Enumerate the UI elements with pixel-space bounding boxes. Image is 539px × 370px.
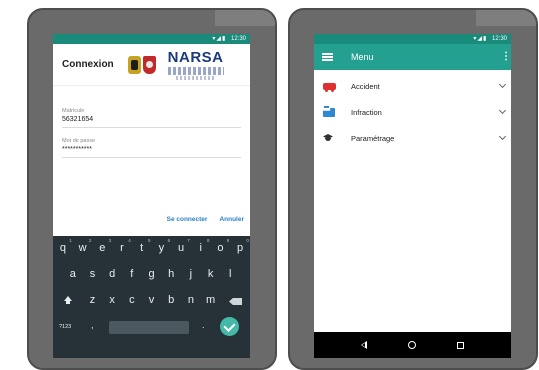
key[interactable]: l xyxy=(220,268,240,280)
menu-item-accident[interactable]: Accident xyxy=(314,73,511,99)
tablet-left: ▾◢▮ 12:30 Connexion NARSA Matricule 5632… xyxy=(27,8,289,370)
comma-key[interactable]: , xyxy=(91,320,94,330)
key[interactable]: i8 xyxy=(191,238,211,254)
key[interactable]: o9 xyxy=(211,238,231,254)
narsa-logo: NARSA xyxy=(167,48,224,80)
settings-cap-icon xyxy=(321,132,337,144)
overflow-menu-icon[interactable]: ⋮ xyxy=(501,52,511,62)
enter-check-icon[interactable] xyxy=(220,317,239,336)
key[interactable]: t5 xyxy=(132,238,152,254)
chevron-down-icon[interactable] xyxy=(498,132,507,141)
hamburger-menu-icon[interactable] xyxy=(322,53,333,61)
status-time: 12:30 xyxy=(230,36,246,42)
symbols-key[interactable]: ?123 xyxy=(59,324,71,330)
app-bar-title: Menu xyxy=(351,52,374,62)
key[interactable]: u7 xyxy=(171,238,191,254)
menu-screen: ▾◢▮ 12:30 Menu ⋮ Accident Infraction Par… xyxy=(314,34,511,358)
period-key[interactable]: . xyxy=(202,320,205,330)
key[interactable]: n xyxy=(181,294,201,306)
matricule-input[interactable]: 56321654 xyxy=(62,116,241,127)
menu-item-parametrage[interactable]: Paramétrage xyxy=(314,125,511,151)
key[interactable]: q1 xyxy=(53,238,73,254)
key[interactable]: e3 xyxy=(92,238,112,254)
keyboard-row-3: z x c v b n m xyxy=(53,294,250,306)
key[interactable]: b xyxy=(161,294,181,306)
emblem-icon xyxy=(127,55,141,74)
key[interactable]: d xyxy=(102,268,122,280)
menu-item-label: Accident xyxy=(351,81,380,91)
signal-battery-icon: ▾◢▮ xyxy=(212,36,227,42)
key[interactable]: v xyxy=(142,294,162,306)
signal-battery-icon: ▾◢▮ xyxy=(473,36,488,42)
tablet-glare xyxy=(476,10,536,26)
police-badge-icon xyxy=(142,55,156,74)
key[interactable]: c xyxy=(122,294,142,306)
chevron-down-icon[interactable] xyxy=(498,80,507,89)
home-icon[interactable] xyxy=(407,341,416,349)
key[interactable]: x xyxy=(102,294,122,306)
matricule-label: Matricule xyxy=(62,108,85,114)
password-field[interactable]: Mot de passe *********** xyxy=(62,138,241,158)
app-bar: Menu ⋮ xyxy=(314,44,511,70)
system-nav-bar xyxy=(314,332,511,358)
password-input[interactable]: *********** xyxy=(62,146,241,157)
page-title: Connexion xyxy=(62,59,114,70)
login-actions: Se connecter Annuler xyxy=(167,216,244,223)
key[interactable]: w2 xyxy=(73,238,93,254)
back-icon[interactable] xyxy=(360,341,367,349)
status-bar: ▾◢▮ 12:30 xyxy=(53,34,250,44)
key[interactable]: k xyxy=(201,268,221,280)
narsa-logo-text: NARSA xyxy=(167,48,224,66)
tablet-glare xyxy=(215,10,275,26)
menu-item-label: Infraction xyxy=(351,107,382,117)
chevron-down-icon[interactable] xyxy=(498,106,507,115)
matricule-field[interactable]: Matricule 56321654 xyxy=(62,108,241,128)
cancel-button[interactable]: Annuler xyxy=(219,216,244,223)
login-header: Connexion NARSA xyxy=(53,44,250,86)
tablet-right: ▾◢▮ 12:30 Menu ⋮ Accident Infraction Par… xyxy=(288,8,538,370)
car-crash-icon xyxy=(321,80,337,92)
logo-badges xyxy=(127,55,158,74)
key[interactable]: y6 xyxy=(152,238,172,254)
status-bar: ▾◢▮ 12:30 xyxy=(314,34,511,44)
key[interactable]: g xyxy=(142,268,162,280)
key[interactable]: j xyxy=(181,268,201,280)
connect-button[interactable]: Se connecter xyxy=(167,216,208,223)
traffic-ticket-icon xyxy=(321,106,337,118)
password-label: Mot de passe xyxy=(62,138,96,144)
soft-keyboard: q1 w2 e3 r4 t5 y6 u7 i8 o9 p0 a s d f g … xyxy=(53,236,250,358)
menu-item-label: Paramétrage xyxy=(351,133,395,143)
space-bar[interactable] xyxy=(109,321,189,334)
key[interactable]: h xyxy=(161,268,181,280)
logo-subtitle-graphic xyxy=(176,75,216,80)
key[interactable]: f xyxy=(122,268,142,280)
key[interactable]: z xyxy=(83,294,103,306)
status-time: 12:30 xyxy=(491,36,507,42)
key[interactable]: m xyxy=(201,294,221,306)
keyboard-row-1: q1 w2 e3 r4 t5 y6 u7 i8 o9 p0 xyxy=(53,238,250,254)
keyboard-row-2: a s d f g h j k l xyxy=(53,268,250,280)
logo-subtitle-graphic xyxy=(167,66,224,75)
menu-item-infraction[interactable]: Infraction xyxy=(314,99,511,125)
login-screen: ▾◢▮ 12:30 Connexion NARSA Matricule 5632… xyxy=(53,34,250,358)
recent-apps-icon[interactable] xyxy=(457,341,465,349)
key[interactable]: p0 xyxy=(230,238,250,254)
key[interactable]: r4 xyxy=(112,238,132,254)
key[interactable]: a xyxy=(63,268,83,280)
key[interactable]: s xyxy=(83,268,103,280)
